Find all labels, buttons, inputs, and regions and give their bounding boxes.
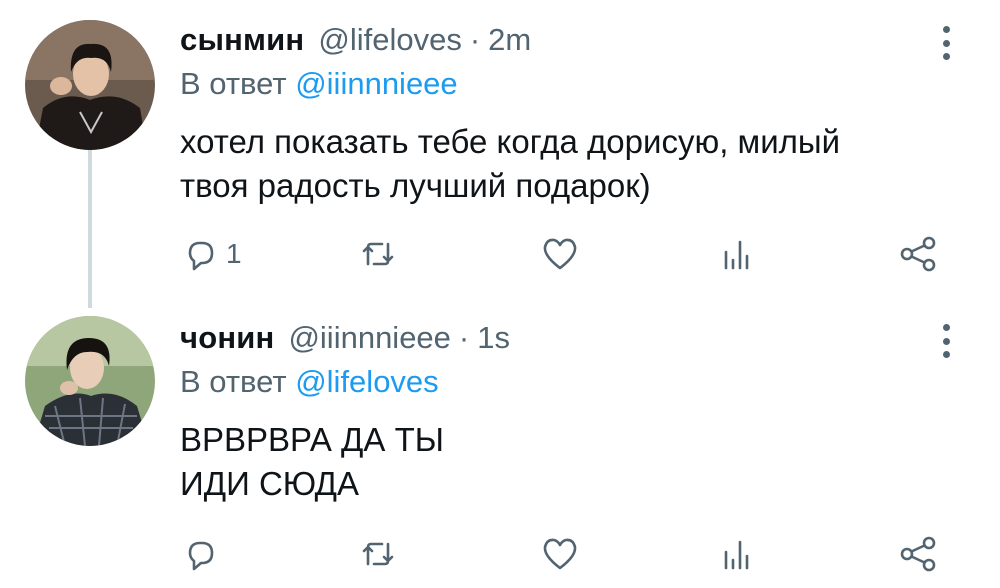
tweet-text: ВРВРВРА ДА ТЫ ИДИ СЮДА [180,418,444,506]
reply-context: В ответ @lifeloves [180,364,439,400]
reply-to-link[interactable]: @iiinnnieee [295,66,457,101]
reply-count: 1 [226,238,242,269]
separator-dot: · [469,22,481,57]
retweet-icon [362,242,394,266]
tweet-text: хотел показать тебе когда дорисую, милый… [180,120,840,208]
author-handle[interactable]: @lifeloves [318,22,461,58]
retweet-button[interactable] [358,234,398,274]
reply-icon [188,241,214,271]
tweet[interactable]: чонин @iiinnnieee · 1s В ответ @lifelove… [0,308,1000,588]
tweet-header: сынмин @lifeloves · 2m [180,22,531,66]
share-icon [900,236,936,272]
retweet-button[interactable] [358,534,398,574]
retweet-icon [362,542,394,566]
heart-icon [543,538,577,570]
like-button[interactable] [540,534,580,574]
tweet[interactable]: сынмин @lifeloves · 2m В ответ @iiinnnie… [0,0,1000,308]
tweet-text-line: ИДИ СЮДА [180,465,360,502]
tweet-text-line: ВРВРВРА ДА ТЫ [180,421,444,458]
author-handle[interactable]: @iiinnnieee [288,320,450,356]
timestamp[interactable]: 1s [477,320,510,356]
avatar[interactable] [25,20,155,150]
reply-button[interactable] [180,534,226,574]
views-icon [724,540,749,570]
views-button[interactable] [718,234,758,274]
share-icon [900,536,936,572]
more-icon[interactable] [938,324,954,358]
author-name[interactable]: сынмин [180,22,304,58]
avatar[interactable] [25,316,155,446]
reply-button[interactable]: 1 [180,234,242,274]
heart-icon [543,238,577,270]
timestamp[interactable]: 2m [488,22,531,58]
author-name[interactable]: чонин [180,320,274,356]
views-icon [724,240,749,270]
like-button[interactable] [540,234,580,274]
tweet-text-line: твоя радость лучший подарок) [180,167,651,204]
reply-icon [188,541,214,571]
action-bar [0,534,1000,574]
views-button[interactable] [718,534,758,574]
reply-to-link[interactable]: @lifeloves [295,364,438,399]
reply-context: В ответ @iiinnnieee [180,66,458,102]
tweet-text-line: хотел показать тебе когда дорисую, милый [180,123,841,160]
reply-prefix: В ответ [180,364,287,399]
share-button[interactable] [898,234,938,274]
tweet-header: чонин @iiinnnieee · 1s [180,320,510,364]
more-icon[interactable] [938,26,954,60]
separator-dot: · [458,320,470,355]
action-bar: 1 [0,234,1000,274]
share-button[interactable] [898,534,938,574]
reply-prefix: В ответ [180,66,287,101]
